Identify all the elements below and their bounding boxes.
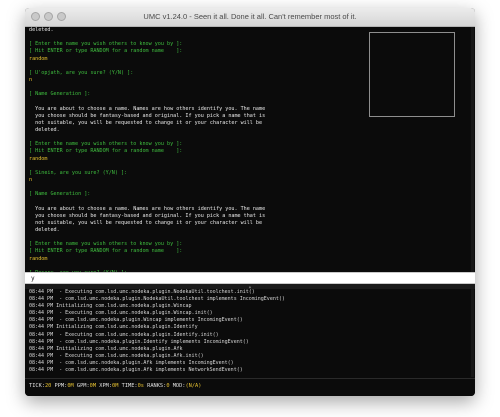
log-line: 08:44 PM - Executing com.lsd.umc.nodeka.…: [29, 352, 204, 359]
output-line: you choose should be fantasy-based and o…: [29, 112, 266, 119]
output-scrollbar[interactable]: [471, 27, 474, 272]
log-line: 08:44 PM - Executing com.lsd.umc.nodeka.…: [29, 310, 213, 317]
log-line: 08:44 PM - com.lsd.umc.nodeka.plugin.Afk…: [29, 359, 234, 366]
title-bar: UMC v1.24.0 - Seen it all. Done it all. …: [25, 8, 475, 27]
output-line: you choose should be fantasy-based and o…: [29, 212, 266, 219]
output-line: deleted.: [29, 226, 60, 233]
output-line: not suitable, you will be requested to c…: [29, 119, 263, 126]
output-line: [ Name Generation ]:: [29, 91, 91, 98]
command-input[interactable]: [27, 273, 471, 283]
output-line: [ Hit ENTER or type RANDOM for a random …: [29, 248, 183, 255]
ranks-value: 0: [166, 383, 170, 389]
command-input-bar: [25, 272, 475, 284]
log-line: 08:44 PM - com.lsd.umc.nodeka.plugin.Nod…: [29, 296, 285, 303]
log-line: 08:44 PM - com.lsd.umc.nodeka.plugin.Win…: [29, 317, 243, 324]
ppm-label: PPM:: [54, 383, 68, 389]
output-line: [ Enter the name you wish others to know…: [29, 241, 183, 248]
output-line: You are about to choose a name. Names ar…: [29, 205, 266, 212]
tick-label: TICK:: [29, 383, 45, 389]
status-line: TICK:20 PPM:0M GPM:0M XPM:0M TIME:0s RAN…: [29, 382, 201, 390]
output-line: deleted.: [29, 27, 54, 33]
output-line: random: [29, 255, 48, 262]
mod-label: MOD:: [172, 383, 186, 389]
output-line: random: [29, 155, 48, 162]
status-bar: TICK:20 PPM:0M GPM:0M XPM:0M TIME:0s RAN…: [25, 378, 475, 396]
output-line: [ Sinein, are you sure? (Y/N) ]:: [29, 169, 128, 176]
log-line: 08:44 PM - Executing com.lsd.umc.nodeka.…: [29, 289, 255, 295]
log-line: 08:44 PM - com.lsd.umc.nodeka.plugin.Afk…: [29, 367, 243, 374]
game-output[interactable]: deleted. [ Enter the name you wish others…: [25, 27, 358, 273]
output-line: [ Enter the name you wish others to know…: [29, 41, 183, 48]
map-panel: [369, 32, 455, 117]
output-line: n: [29, 76, 33, 83]
output-line: You are about to choose a name. Names ar…: [29, 105, 266, 112]
time-value: 0s: [137, 383, 144, 389]
log-line: 08:44 PM - com.lsd.umc.nodeka.plugin.Ide…: [29, 338, 249, 345]
output-line: [ Hit ENTER or type RANDOM for a random …: [29, 148, 183, 155]
log-line: 08:44 PM - Executing com.lsd.umc.nodeka.…: [29, 331, 219, 338]
output-line: [ Hit ENTER or type RANDOM for a random …: [29, 48, 183, 55]
ranks-label: RANKS:: [147, 383, 167, 389]
output-line: [ Name Generation ]:: [29, 191, 91, 198]
output-line: not suitable, you will be requested to c…: [29, 219, 263, 226]
gpm-value: 0M: [89, 383, 97, 389]
log-scrollbar[interactable]: [471, 289, 474, 377]
output-line: random: [29, 55, 48, 62]
output-line: [ U'opjath, are you sure? (Y/N) ]:: [29, 69, 134, 76]
ppm-value: 0M: [67, 383, 74, 389]
window-title: UMC v1.24.0 - Seen it all. Done it all. …: [143, 12, 357, 21]
log-line: 08:44 PM Initializing com.lsd.umc.nodeka…: [29, 345, 183, 352]
mod-value: (N/A): [185, 383, 202, 389]
xpm-value: 0M: [112, 383, 119, 389]
output-line: [ Enter the name you wish others to know…: [29, 141, 183, 148]
xpm-label: XPM:: [99, 383, 113, 389]
output-line: deleted.: [29, 126, 60, 133]
plugin-log[interactable]: 08:44 PM - Executing com.lsd.umc.nodeka.…: [25, 289, 475, 378]
time-label: TIME:: [121, 383, 138, 389]
splitter-grip-icon[interactable]: ▲: [247, 285, 253, 289]
log-line: 08:44 PM Initializing com.lsd.umc.nodeka…: [29, 303, 192, 310]
output-line: n: [29, 176, 33, 183]
log-line: 08:44 PM Initializing com.lsd.umc.nodeka…: [29, 324, 198, 331]
gpm-label: GPM:: [76, 383, 90, 389]
tick-value: 20: [44, 383, 52, 389]
app-window: UMC v1.24.0 - Seen it all. Done it all. …: [25, 8, 475, 396]
